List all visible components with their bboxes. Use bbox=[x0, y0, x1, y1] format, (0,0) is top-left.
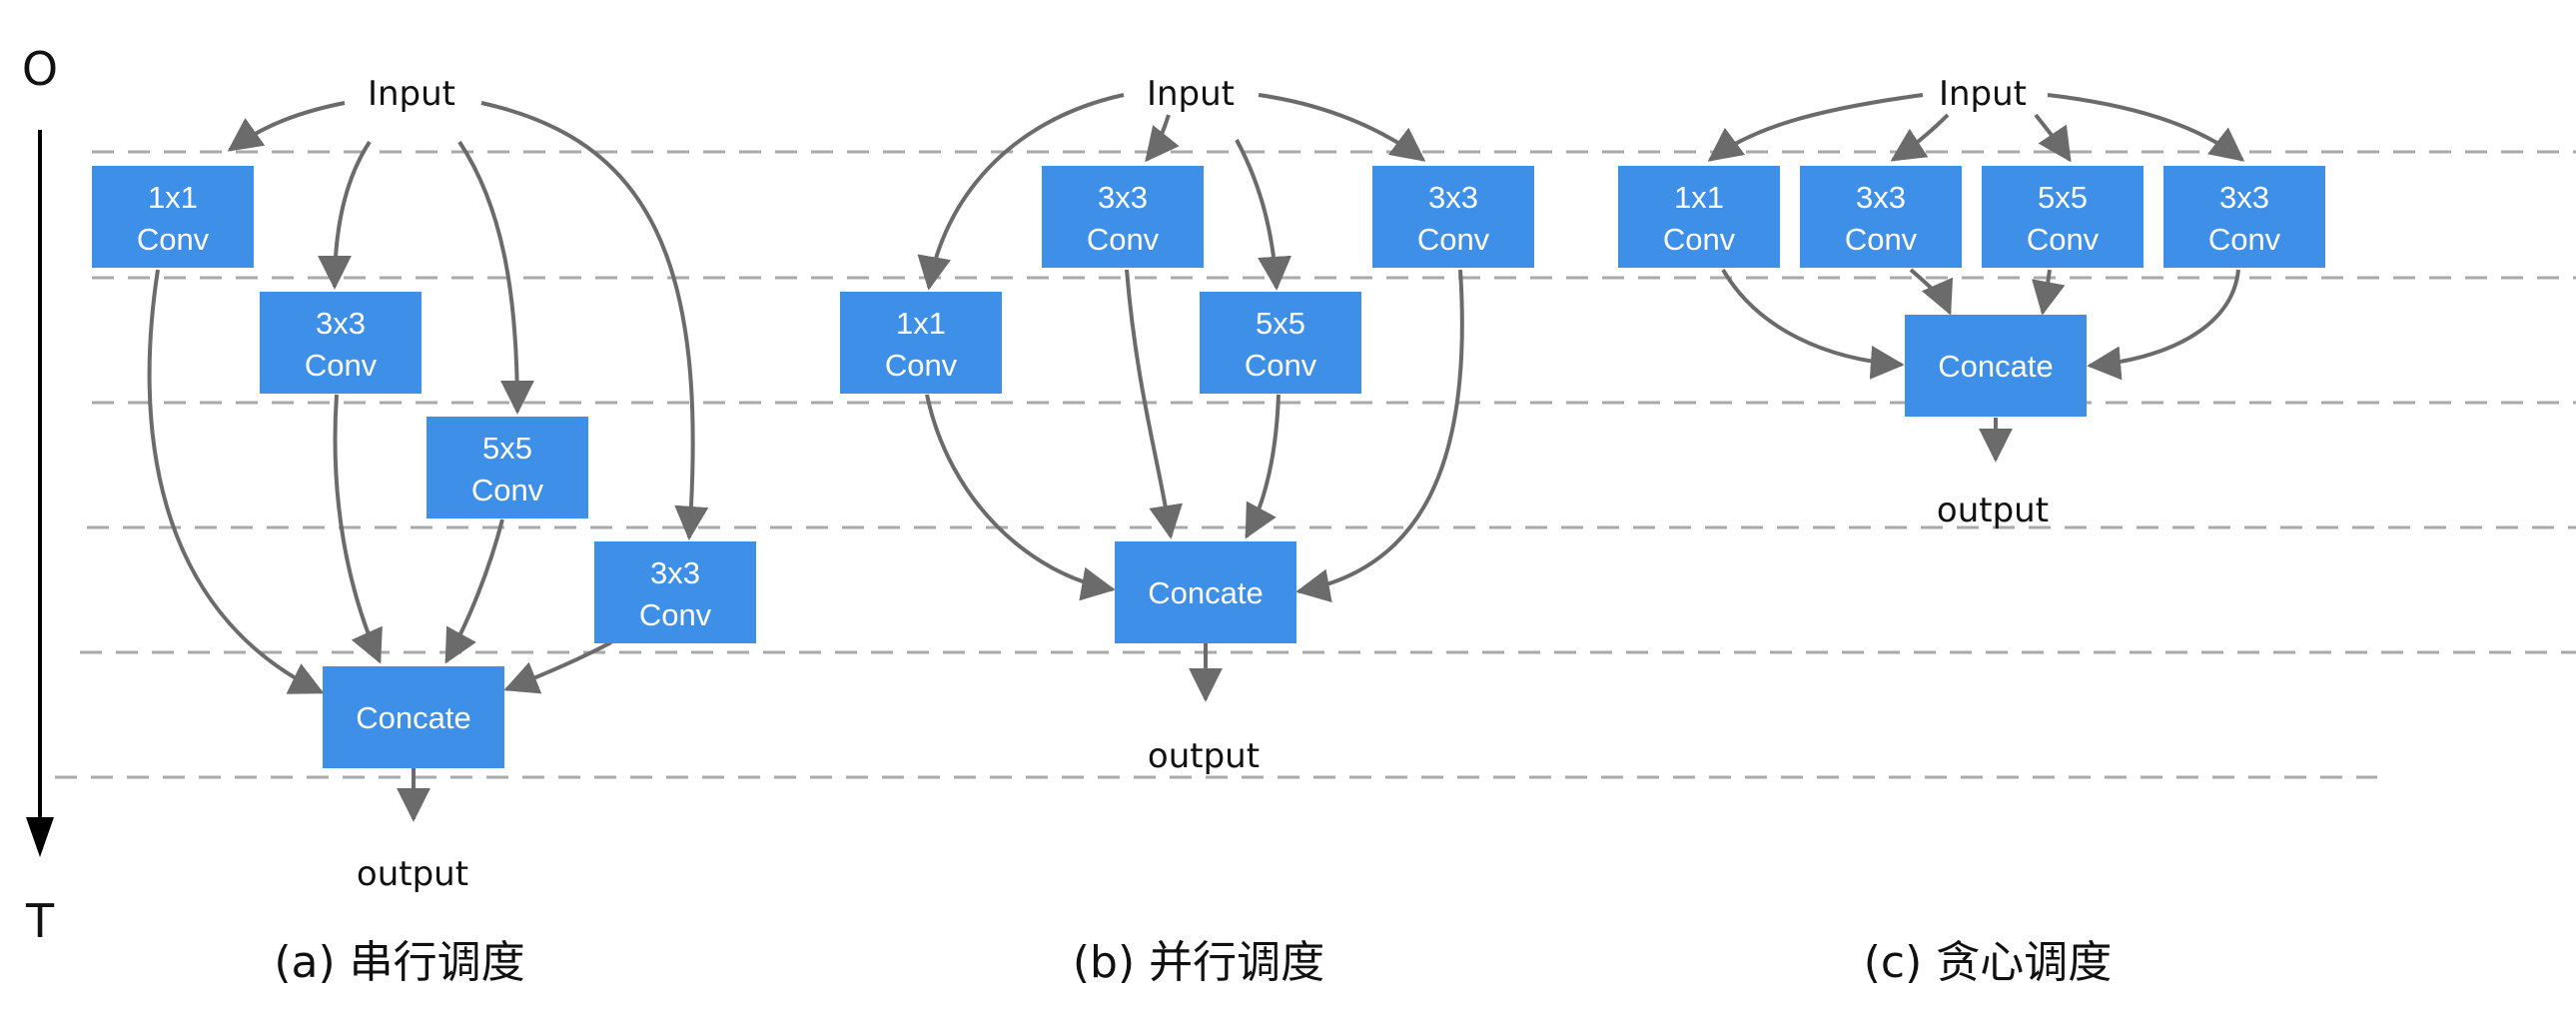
panel-a-serial: Input 1x1 Conv 3x3 Conv 5x5 Conv 3x3 Con… bbox=[92, 74, 756, 988]
node-label-line2: Conv bbox=[1087, 222, 1160, 257]
panel-c-output-label: output bbox=[1937, 491, 2049, 530]
panel-c-input-label: Input bbox=[1939, 74, 2027, 114]
node-label-line1: 1x1 bbox=[148, 180, 198, 215]
node-label-line1: 1x1 bbox=[1674, 180, 1724, 215]
panel-a-conv-3x3: 3x3 Conv bbox=[260, 292, 422, 394]
node-label-line2: Conv bbox=[1245, 348, 1317, 383]
node-label-line2: Conv bbox=[885, 348, 958, 383]
panel-a-conv-5x5: 5x5 Conv bbox=[427, 417, 588, 518]
panel-c-greedy: Input 1x1 Conv 3x3 Conv 5x5 Conv 3x3 Con… bbox=[1618, 74, 2325, 988]
node-label-line1: 3x3 bbox=[316, 306, 366, 341]
node-label-line1: 5x5 bbox=[482, 431, 532, 466]
panel-b-caption: (b) 并行调度 bbox=[1073, 937, 1324, 988]
node-label-line2: Conv bbox=[471, 473, 544, 508]
panel-c-conv-1x1: 1x1 Conv bbox=[1618, 166, 1780, 268]
node-label-line1: 5x5 bbox=[1256, 306, 1305, 341]
edge-input-to-3x3 bbox=[318, 140, 372, 290]
node-label-line1: 1x1 bbox=[896, 306, 946, 341]
node-label-line2: Conv bbox=[1663, 222, 1736, 257]
time-axis-arrowhead bbox=[26, 817, 54, 857]
panel-b-parallel: Input 3x3 Conv 3x3 Conv 1x1 Conv 5x5 Con… bbox=[840, 74, 1534, 988]
panel-b-concate: Concate bbox=[1115, 541, 1296, 643]
panel-c-concate: Concate bbox=[1905, 315, 2087, 417]
time-axis: O T bbox=[22, 42, 58, 948]
edge-input-to-1x1 bbox=[1707, 93, 1924, 162]
panel-b-conv-3x3-a: 3x3 Conv bbox=[1042, 166, 1204, 268]
node-label-line2: Conv bbox=[639, 597, 712, 632]
panel-b-output-label: output bbox=[1148, 736, 1260, 776]
node-label-line2: Conv bbox=[1417, 222, 1490, 257]
edge-5x5-to-concate bbox=[2032, 269, 2066, 316]
node-label-line2: Conv bbox=[2208, 222, 2281, 257]
axis-end-label: T bbox=[25, 894, 55, 948]
node-label-line1: 3x3 bbox=[2219, 180, 2269, 215]
node-label-line1: 3x3 bbox=[650, 555, 700, 590]
panel-a-conv-3x3-late: 3x3 Conv bbox=[594, 541, 756, 643]
edge-3x3-a-to-concate bbox=[1909, 268, 1954, 316]
edge-1x1-to-concate bbox=[1721, 268, 1905, 380]
node-label: Concate bbox=[356, 700, 470, 735]
node-label-line2: Conv bbox=[1845, 222, 1918, 257]
scheduling-diagram: O T Input 1x1 Conv 3x3 Conv 5x5 Conv 3x3… bbox=[22, 42, 2576, 988]
node-label: Concate bbox=[1148, 575, 1263, 610]
panel-a-conv-1x1: 1x1 Conv bbox=[92, 166, 254, 268]
node-label-line2: Conv bbox=[137, 222, 210, 257]
edge-1x1-to-concate bbox=[925, 394, 1116, 601]
panel-a-output-label: output bbox=[357, 854, 468, 894]
node-label-line1: 3x3 bbox=[1428, 180, 1478, 215]
panel-c-conv-5x5: 5x5 Conv bbox=[1982, 166, 2144, 268]
panel-b-conv-5x5: 5x5 Conv bbox=[1200, 292, 1361, 394]
panel-b-conv-1x1: 1x1 Conv bbox=[840, 292, 1002, 394]
edge-input-to-5x5 bbox=[1235, 139, 1292, 291]
panel-a-caption: (a) 串行调度 bbox=[274, 937, 524, 988]
panel-c-caption: (c) 贪心调度 bbox=[1864, 937, 2113, 988]
panel-a-input-label: Input bbox=[368, 74, 455, 114]
edge-5x5-to-concate bbox=[444, 518, 504, 664]
node-label-line1: 3x3 bbox=[1098, 180, 1148, 215]
node-label-line1: 3x3 bbox=[1856, 180, 1906, 215]
edge-3x3-b-to-concate bbox=[2087, 269, 2240, 381]
node-label-line1: 5x5 bbox=[2038, 180, 2088, 215]
edge-input-to-3x3-a bbox=[1145, 114, 1180, 163]
edge-input-to-3x3-b bbox=[2047, 93, 2245, 162]
edge-input-to-3x3-b bbox=[1258, 93, 1426, 162]
panel-a-concate: Concate bbox=[323, 666, 504, 768]
panel-b-input-label: Input bbox=[1147, 74, 1235, 114]
edge-3x3-late-to-concate bbox=[503, 640, 612, 694]
node-label-line2: Conv bbox=[305, 348, 378, 383]
panel-c-conv-3x3-a: 3x3 Conv bbox=[1800, 166, 1962, 268]
panel-b-conv-3x3-b: 3x3 Conv bbox=[1372, 166, 1534, 268]
node-label-line2: Conv bbox=[2027, 222, 2100, 257]
node-label: Concate bbox=[1938, 349, 2053, 384]
edge-5x5-to-concate bbox=[1245, 394, 1281, 539]
axis-start-label: O bbox=[22, 42, 58, 96]
panel-c-conv-3x3-b: 3x3 Conv bbox=[2163, 166, 2325, 268]
edge-input-to-1x1 bbox=[227, 101, 346, 152]
